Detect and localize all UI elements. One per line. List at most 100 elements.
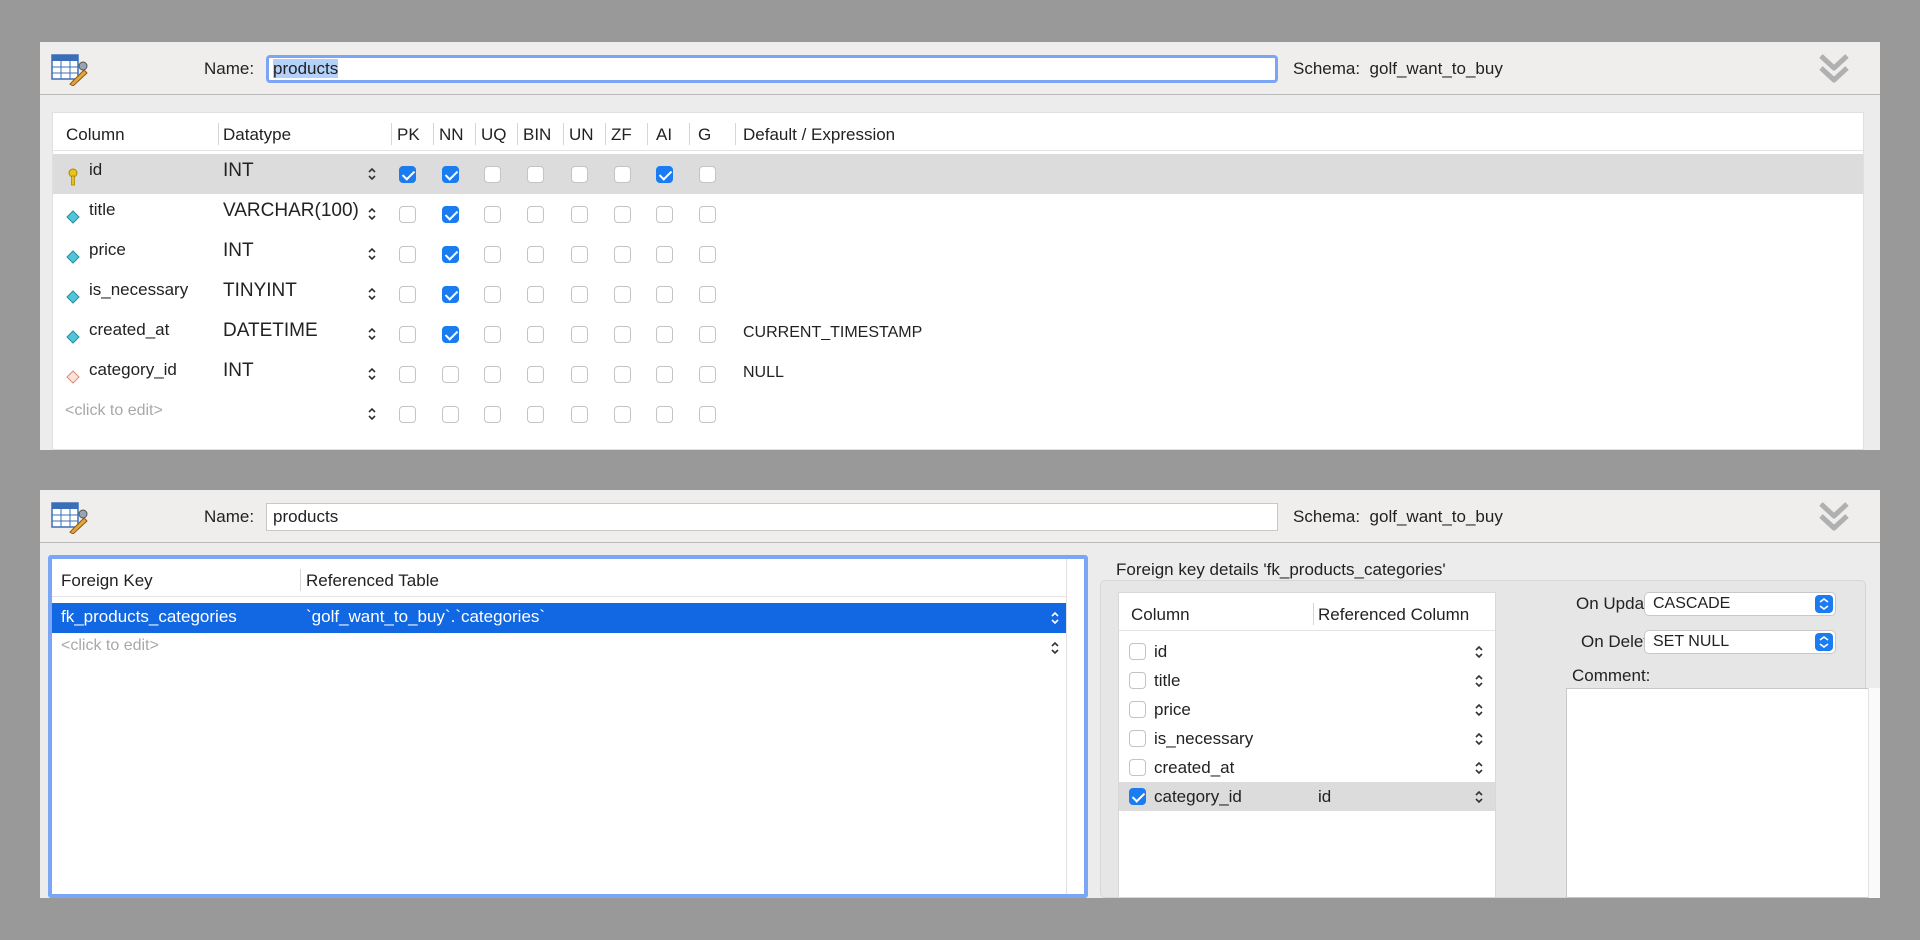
un-checkbox[interactable] xyxy=(571,286,588,303)
rc-row-category-id[interactable]: category_id id xyxy=(1119,782,1495,811)
ref-column-stepper-icon[interactable] xyxy=(1474,789,1484,805)
zf-checkbox[interactable] xyxy=(614,326,631,343)
nn-checkbox[interactable] xyxy=(442,246,459,263)
fk-referenced-table[interactable]: `golf_want_to_buy`.`categories` xyxy=(306,607,545,627)
fk-name[interactable]: fk_products_categories xyxy=(61,607,237,627)
datatype-stepper-icon[interactable] xyxy=(367,206,377,222)
un-checkbox[interactable] xyxy=(571,366,588,383)
ref-column-stepper-icon[interactable] xyxy=(1474,673,1484,689)
column-name[interactable]: price xyxy=(89,240,126,260)
column-row-title[interactable]: title VARCHAR(100) xyxy=(53,194,1863,234)
datatype-stepper-icon[interactable] xyxy=(367,246,377,262)
rc-row-price[interactable]: price xyxy=(1119,695,1495,724)
rc-row-is-necessary[interactable]: is_necessary xyxy=(1119,724,1495,753)
uq-checkbox[interactable] xyxy=(484,326,501,343)
uq-checkbox[interactable] xyxy=(484,366,501,383)
fk-row-new[interactable]: <click to edit> xyxy=(52,633,1066,663)
column-name[interactable]: created_at xyxy=(89,320,169,340)
on-delete-select[interactable]: SET NULL xyxy=(1644,630,1836,654)
pk-checkbox[interactable] xyxy=(399,206,416,223)
uq-checkbox[interactable] xyxy=(484,406,501,423)
column-row-created-at[interactable]: created_at DATETIME CURRENT_TIMESTAMP xyxy=(53,314,1863,354)
column-row-new[interactable]: <click to edit> xyxy=(53,394,1863,434)
rc-checkbox[interactable] xyxy=(1129,672,1146,689)
comment-scrollbar[interactable] xyxy=(1868,688,1880,898)
column-row-price[interactable]: price INT xyxy=(53,234,1863,274)
header-bin[interactable]: BIN xyxy=(523,125,551,145)
header-zf[interactable]: ZF xyxy=(611,125,632,145)
table-stepper-icon[interactable] xyxy=(1050,610,1060,626)
table-name-input[interactable]: products xyxy=(266,503,1278,531)
g-checkbox[interactable] xyxy=(699,286,716,303)
un-checkbox[interactable] xyxy=(571,206,588,223)
ref-column-stepper-icon[interactable] xyxy=(1474,644,1484,660)
nn-checkbox[interactable] xyxy=(442,166,459,183)
ai-checkbox[interactable] xyxy=(656,246,673,263)
column-datatype[interactable]: INT xyxy=(223,160,254,182)
nn-checkbox[interactable] xyxy=(442,206,459,223)
bin-checkbox[interactable] xyxy=(527,286,544,303)
g-checkbox[interactable] xyxy=(699,326,716,343)
rc-row-id[interactable]: id xyxy=(1119,637,1495,666)
header-column[interactable]: Column xyxy=(1131,605,1190,625)
column-datatype[interactable]: INT xyxy=(223,240,254,262)
header-g[interactable]: G xyxy=(698,125,711,145)
table-stepper-icon[interactable] xyxy=(1050,640,1060,656)
header-datatype[interactable]: Datatype xyxy=(223,125,291,145)
pk-checkbox[interactable] xyxy=(399,166,416,183)
header-un[interactable]: UN xyxy=(569,125,594,145)
ai-checkbox[interactable] xyxy=(656,326,673,343)
pk-checkbox[interactable] xyxy=(399,366,416,383)
ai-checkbox[interactable] xyxy=(656,286,673,303)
header-foreign-key[interactable]: Foreign Key xyxy=(61,571,153,591)
zf-checkbox[interactable] xyxy=(614,166,631,183)
ai-checkbox[interactable] xyxy=(656,406,673,423)
pk-checkbox[interactable] xyxy=(399,246,416,263)
pk-checkbox[interactable] xyxy=(399,406,416,423)
fk-row-fk-products-categories[interactable]: fk_products_categories `golf_want_to_buy… xyxy=(52,603,1066,633)
rc-checkbox[interactable] xyxy=(1129,643,1146,660)
column-name[interactable]: title xyxy=(89,200,115,220)
ai-checkbox[interactable] xyxy=(656,206,673,223)
header-nn[interactable]: NN xyxy=(439,125,464,145)
g-checkbox[interactable] xyxy=(699,246,716,263)
datatype-stepper-icon[interactable] xyxy=(367,326,377,342)
column-default[interactable]: NULL xyxy=(743,364,784,382)
bin-checkbox[interactable] xyxy=(527,326,544,343)
bin-checkbox[interactable] xyxy=(527,206,544,223)
column-name[interactable]: category_id xyxy=(89,360,177,380)
bin-checkbox[interactable] xyxy=(527,406,544,423)
rc-row-created-at[interactable]: created_at xyxy=(1119,753,1495,782)
header-uq[interactable]: UQ xyxy=(481,125,507,145)
columns-grid[interactable]: Column Datatype PK NN UQ BIN UN ZF AI G … xyxy=(52,112,1864,450)
ref-column-stepper-icon[interactable] xyxy=(1474,760,1484,776)
comment-textarea[interactable] xyxy=(1566,688,1880,898)
g-checkbox[interactable] xyxy=(699,206,716,223)
pk-checkbox[interactable] xyxy=(399,286,416,303)
nn-checkbox[interactable] xyxy=(442,286,459,303)
header-default-expression[interactable]: Default / Expression xyxy=(743,125,895,145)
ai-checkbox[interactable] xyxy=(656,366,673,383)
ref-column-stepper-icon[interactable] xyxy=(1474,731,1484,747)
column-datatype[interactable]: TINYINT xyxy=(223,280,297,302)
column-row-is-necessary[interactable]: is_necessary TINYINT xyxy=(53,274,1863,314)
zf-checkbox[interactable] xyxy=(614,246,631,263)
rc-referenced-column[interactable]: id xyxy=(1318,787,1331,807)
datatype-stepper-icon[interactable] xyxy=(367,406,377,422)
column-row-id[interactable]: id INT xyxy=(53,154,1863,194)
ref-column-stepper-icon[interactable] xyxy=(1474,702,1484,718)
un-checkbox[interactable] xyxy=(571,406,588,423)
chevron-collapse-icon[interactable] xyxy=(1816,498,1852,534)
g-checkbox[interactable] xyxy=(699,366,716,383)
rc-row-title[interactable]: title xyxy=(1119,666,1495,695)
column-name[interactable]: is_necessary xyxy=(89,280,188,300)
column-default[interactable]: CURRENT_TIMESTAMP xyxy=(743,324,922,342)
table-name-input[interactable]: products xyxy=(266,55,1278,83)
rc-checkbox[interactable] xyxy=(1129,788,1146,805)
referenced-columns-list[interactable]: Column Referenced Column id title price … xyxy=(1118,592,1496,898)
datatype-stepper-icon[interactable] xyxy=(367,366,377,382)
rc-checkbox[interactable] xyxy=(1129,759,1146,776)
zf-checkbox[interactable] xyxy=(614,206,631,223)
bin-checkbox[interactable] xyxy=(527,366,544,383)
chevron-collapse-icon[interactable] xyxy=(1816,50,1852,86)
